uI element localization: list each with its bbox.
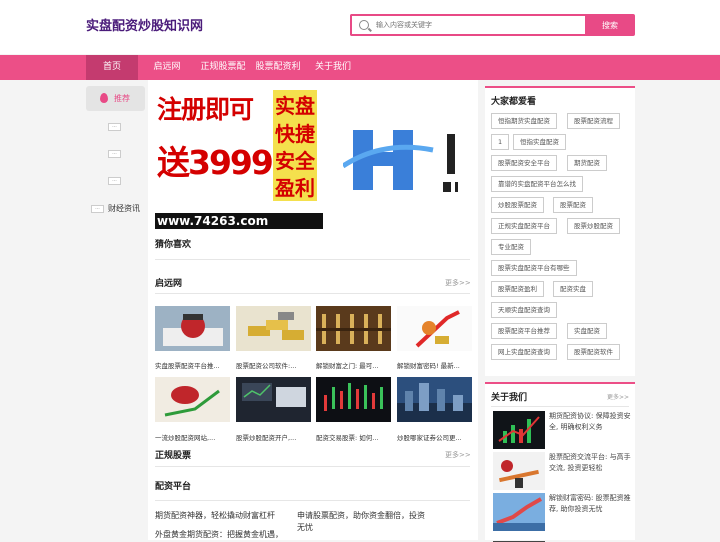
tag-link[interactable]: 实盘配资 <box>567 323 607 339</box>
section-title-platform[interactable]: 配资平台 <box>155 479 191 492</box>
tag-link[interactable]: 炒股股票配资 <box>491 197 544 213</box>
ad-banner-graphic: 注册即可 实盘 送3999 快捷 安全 盈利 <box>155 88 323 213</box>
tag-link[interactable]: 股票实盘配资平台有哪些 <box>491 260 577 276</box>
tag-link[interactable]: 1 <box>491 134 510 150</box>
article-link[interactable]: 外盘黄金期货配资：把握黄金机遇， <box>155 528 283 541</box>
divider <box>491 406 629 407</box>
tag-link[interactable]: 靠谱的实盘配资平台怎么找 <box>491 176 583 192</box>
nav-item-regular[interactable]: 正规股票配 <box>198 55 248 80</box>
banner-url: www.74263.com <box>155 213 323 229</box>
tag-link[interactable]: 股票配资流程 <box>567 113 620 129</box>
more-link[interactable]: 更多>> <box>445 450 471 460</box>
banner-text: 送3999 <box>157 143 274 182</box>
tag-link[interactable]: 股票炒股配资 <box>567 218 620 234</box>
banner-text: 盈利 <box>273 172 317 201</box>
about-item-title[interactable]: 解锁财富密码: 股票配资推荐, 助你投资无忧 <box>549 493 633 515</box>
article-title[interactable]: 解锁财富之门: 最可... <box>316 360 391 370</box>
sidebar-item-recommend[interactable]: 推荐 <box>86 86 145 111</box>
article-title[interactable]: 股票炒股配资开户,... <box>236 432 311 442</box>
banner-text: 快捷 <box>273 118 317 147</box>
sidebar-recommend-label: 推荐 <box>114 94 130 103</box>
article-thumb[interactable] <box>316 306 391 351</box>
partner-logo[interactable] <box>341 120 473 200</box>
popular-tags-panel: 大家都爱看 恒指期货实盘配资 股票配资流程 1 恒指实盘配资 股票配资安全平台 … <box>485 86 635 376</box>
article-thumb[interactable] <box>155 377 230 422</box>
article-title[interactable]: 一流炒股配资网站,... <box>155 432 230 442</box>
panel-title: 大家都爱看 <box>491 97 537 107</box>
article-link[interactable]: 无忧 <box>297 521 313 534</box>
article-thumb[interactable] <box>316 377 391 422</box>
divider <box>155 259 470 260</box>
search-icon <box>359 20 369 30</box>
panel-title: 关于我们 <box>491 393 528 403</box>
search-input[interactable] <box>376 17 576 33</box>
sidebar-item-finance[interactable]: 财经资讯 <box>108 203 140 214</box>
section-title-qiyuan[interactable]: 启远网 <box>155 276 182 289</box>
section-title-regular[interactable]: 正规股票 <box>155 448 191 461</box>
site-logo[interactable]: 实盘配资炒股知识网 <box>86 15 203 34</box>
search-box[interactable] <box>350 14 585 36</box>
main-nav: 首页 启远网 正规股票配 股票配资利 关于我们 <box>0 55 720 80</box>
about-panel: 关于我们 更多>> 期货配资协议: 保障投资安全, 明确权利义务 股票配资交流平… <box>485 382 635 542</box>
tag-link[interactable]: 正规实盘配资平台 <box>491 218 557 234</box>
tag-link[interactable]: 股票配资安全平台 <box>491 155 557 171</box>
article-link[interactable]: 期货配资神器，轻松撬动财富杠杆 <box>155 509 275 522</box>
article-title[interactable]: 配资交易股票: 如何... <box>316 432 391 442</box>
about-thumb[interactable] <box>493 493 545 531</box>
banner-text: 注册即可 <box>157 95 254 124</box>
about-thumb[interactable] <box>493 411 545 449</box>
banner-text: 实盘 <box>273 90 317 119</box>
tag-link[interactable]: 配资实盘 <box>553 281 593 297</box>
nav-item-qiyuan[interactable]: 启远网 <box>142 55 192 80</box>
banner-text: 安全 <box>273 145 317 174</box>
article-thumb[interactable] <box>155 306 230 351</box>
tag-link[interactable]: 股票配资平台推荐 <box>491 323 557 339</box>
divider <box>155 293 470 294</box>
tag-link[interactable]: 恒指期货实盘配资 <box>491 113 557 129</box>
tag-link[interactable]: 股票配资盈利 <box>491 281 544 297</box>
sidebar-item-dash[interactable]: ··· <box>91 205 104 213</box>
article-thumb[interactable] <box>397 377 472 422</box>
tag-link[interactable]: 网上实盘配资查询 <box>491 344 557 360</box>
tag-link[interactable]: 股票配资 <box>553 197 593 213</box>
article-title[interactable]: 股票配资公司软件:... <box>236 360 311 370</box>
tag-link[interactable]: 恒指实盘配资 <box>513 134 566 150</box>
section-title-guess: 猜你喜欢 <box>155 240 192 250</box>
more-link[interactable]: 更多>> <box>607 392 629 401</box>
article-thumb[interactable] <box>236 377 311 422</box>
nav-item-home[interactable]: 首页 <box>86 55 138 80</box>
sidebar-item-dash[interactable]: ··· <box>108 177 121 185</box>
sidebar-item-dash[interactable]: ··· <box>108 150 121 158</box>
article-title[interactable]: 实盘股票配资平台推... <box>155 360 230 370</box>
divider <box>155 500 470 501</box>
sidebar-item-dash[interactable]: ··· <box>108 123 121 131</box>
tag-link[interactable]: 专业配资 <box>491 239 531 255</box>
tag-link[interactable]: 天顺实盘配资查询 <box>491 302 557 318</box>
article-thumb[interactable] <box>236 306 311 351</box>
fire-icon <box>100 93 108 103</box>
about-thumb[interactable] <box>493 452 545 490</box>
tag-link[interactable]: 期货配资 <box>567 155 607 171</box>
main-content: 注册即可 实盘 送3999 快捷 安全 盈利 www.74263.com 猜你喜… <box>148 80 478 540</box>
ad-banner[interactable]: 注册即可 实盘 送3999 快捷 安全 盈利 www.74263.com <box>155 88 323 229</box>
search-button[interactable]: 搜索 <box>585 14 635 36</box>
article-thumb[interactable] <box>397 306 472 351</box>
nav-item-about[interactable]: 关于我们 <box>310 55 356 80</box>
tag-link[interactable]: 股票配资软件 <box>567 344 620 360</box>
about-thumb[interactable] <box>493 534 545 542</box>
nav-item-profit[interactable]: 股票配资利 <box>253 55 303 80</box>
article-title[interactable]: 炒股哪家证券公司更... <box>397 432 472 442</box>
about-item-title[interactable]: 期货配资协议: 保障投资安全, 明确权利义务 <box>549 411 633 433</box>
divider <box>155 466 470 467</box>
article-title[interactable]: 解锁财富密码! 最新... <box>397 360 472 370</box>
article-link[interactable]: 申请股票配资，助你资金翻倍，投资 <box>297 509 425 522</box>
more-link[interactable]: 更多>> <box>445 278 471 288</box>
about-item-title[interactable]: 股票配资交流平台: 与高手交流, 投资更轻松 <box>549 452 633 474</box>
